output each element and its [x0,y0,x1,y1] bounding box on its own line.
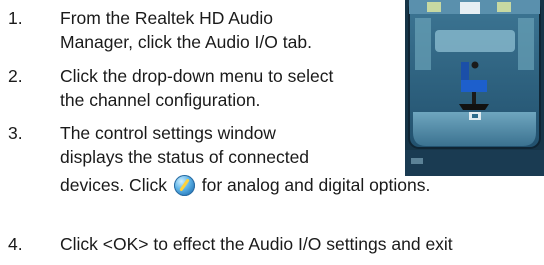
step-line: Click <OK> to effect the Audio I/O setti… [60,234,453,254]
step-text-after-icon: for analog and digital options. [201,175,431,195]
step-text: From the Realtek HD Audio Manager, click… [60,6,312,54]
step-line: the channel configuration. [60,90,261,110]
step-number: 3. [8,123,23,143]
step-number: 1. [8,8,23,28]
step-text: Click <OK> to effect the Audio I/O setti… [60,232,453,256]
step-number: 2. [8,66,23,86]
step-line: displays the status of connected [60,147,310,167]
step-text: Click the drop-down menu to select the c… [60,64,333,112]
tool-settings-icon [173,175,195,196]
speaker-icon [427,2,441,12]
audio-manager-graphic [405,0,544,176]
chair-icon [461,62,469,80]
step-line-continued: devices. Click for analog and digital op… [60,173,430,197]
step-line: Manager, click the Audio I/O tab. [60,32,312,52]
step-line: From the Realtek HD Audio [60,8,274,28]
step-text-before-icon: devices. Click [60,175,167,195]
step-line: The control settings window [60,123,276,143]
step-number: 4. [8,234,23,254]
step-text: The control settings window displays the… [60,121,430,197]
audio-manager-screenshot [405,0,544,176]
step-line: Click the drop-down menu to select [60,66,334,86]
speaker-icon [497,2,511,12]
